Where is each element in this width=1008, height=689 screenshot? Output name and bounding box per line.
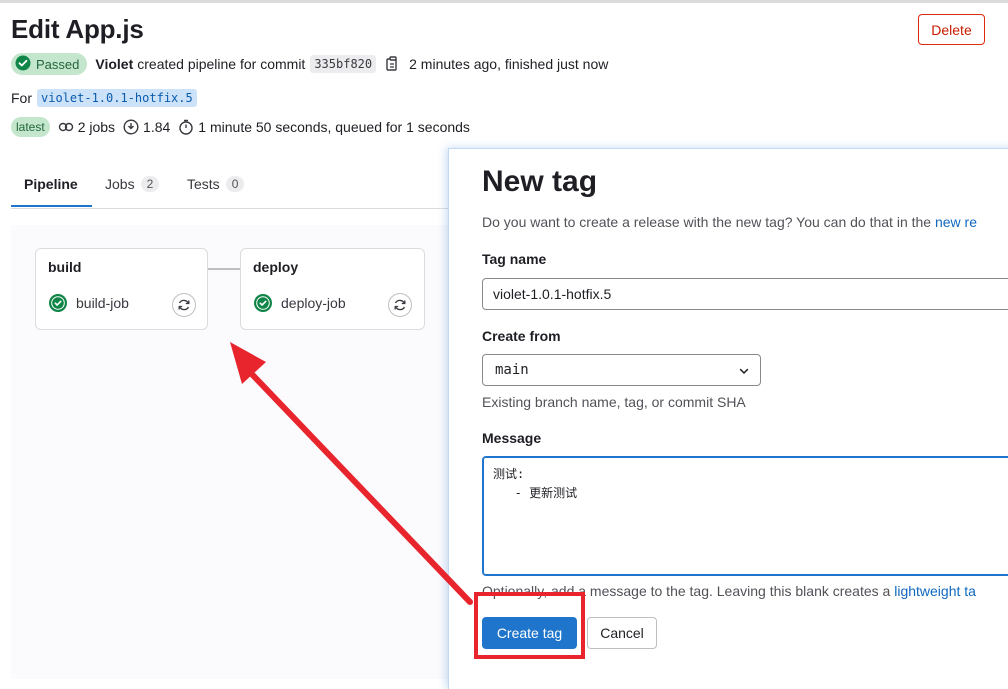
annotation-arrow [230,342,473,605]
